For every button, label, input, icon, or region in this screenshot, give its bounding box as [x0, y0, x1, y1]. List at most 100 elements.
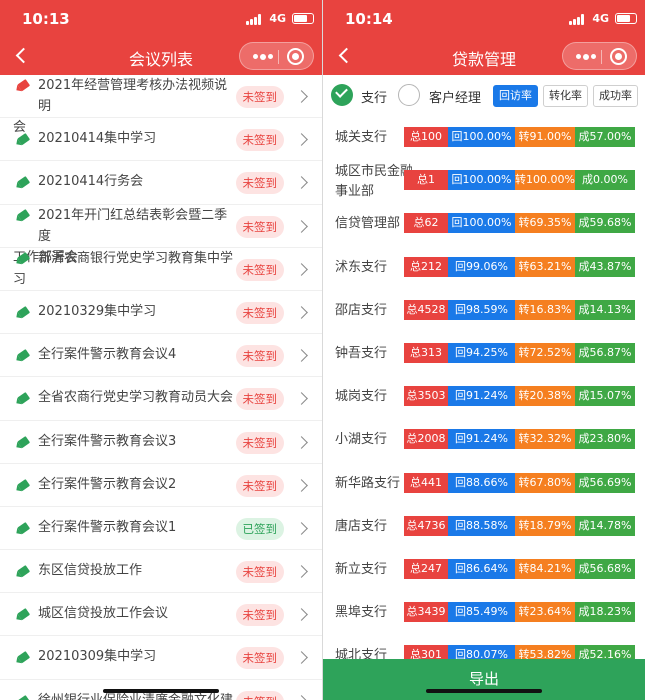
chevron-right-icon: [295, 435, 308, 449]
meeting-title: 20210414行务会: [38, 174, 144, 190]
branch-stats: 总3439 回85.49% 转23.64% 成18.23%: [404, 602, 635, 623]
conversion-rate-cell: 转18.79%: [515, 515, 575, 536]
meeting-list-item[interactable]: 2021年开门红总结表彰会暨二季度 工作部署会 未签到: [0, 205, 322, 265]
conversion-rate-cell: 转63.21%: [515, 256, 575, 277]
branch-stats: 总313 回94.25% 转72.52% 成56.87%: [404, 342, 635, 363]
status-bar: 10:14 4G: [323, 0, 645, 38]
close-miniprogram-icon[interactable]: [287, 48, 304, 65]
branch-name: 城关支行: [335, 130, 388, 145]
branch-row[interactable]: 新华路支行 总441 回88.66% 转67.80% 成56.69%: [323, 463, 645, 506]
meeting-title: 东区信贷投放工作: [38, 563, 143, 579]
sign-status-badge: 未签到: [235, 129, 284, 152]
radio-manager-unchecked-icon[interactable]: [398, 84, 420, 106]
branch-row[interactable]: 城岗支行 总3503 回91.24% 转20.38% 成15.07%: [323, 376, 645, 419]
branch-row[interactable]: 钟吾支行 总313 回94.25% 转72.52% 成56.87%: [323, 333, 645, 376]
branch-row[interactable]: 城关支行 总100 回100.00% 转91.00% 成57.00%: [323, 117, 645, 160]
visit-rate-cell: 回100.00%: [448, 170, 515, 191]
total-count-cell: 总313: [404, 342, 448, 363]
home-indicator: [103, 689, 219, 693]
pencil-icon: [14, 133, 31, 148]
branch-row[interactable]: 沭东支行 总212 回99.06% 转63.21% 成43.87%: [323, 247, 645, 290]
conversion-rate-cell: 转20.38%: [515, 386, 575, 407]
meeting-list-item[interactable]: 城区信贷投放工作会议 未签到: [0, 593, 322, 637]
close-miniprogram-icon[interactable]: [610, 48, 627, 65]
sort-conversion-rate-button[interactable]: 转化率: [543, 85, 588, 107]
branch-stats: 总4736 回88.58% 转18.79% 成14.78%: [404, 515, 635, 536]
status-time: 10:13: [22, 10, 70, 28]
pencil-icon: [14, 176, 31, 191]
pencil-icon: [14, 305, 31, 321]
branch-row[interactable]: 黑埠支行 总3439 回85.49% 转23.64% 成18.23%: [323, 592, 645, 635]
branch-row[interactable]: 小湖支行 总2008 回91.24% 转32.32% 成23.80%: [323, 419, 645, 462]
meeting-title: 全行案件警示教育会议4: [38, 347, 177, 363]
sort-success-rate-button[interactable]: 成功率: [593, 85, 638, 107]
branch-row[interactable]: 城区市民金融 事业部 总1 回100.00% 转100.00% 成0.00%: [323, 160, 645, 203]
branch-name: 黑埠支行: [335, 605, 388, 621]
status-time: 10:14: [345, 10, 393, 28]
success-rate-cell: 成14.13%: [575, 299, 635, 320]
meeting-title: 新沂农商银行党史学习教育集中学习: [13, 250, 234, 287]
total-count-cell: 总100: [404, 127, 448, 147]
signal-icon: [246, 14, 262, 25]
conversion-rate-cell: 转72.52%: [515, 342, 575, 363]
meeting-title: 20210329集中学习: [38, 303, 157, 319]
meeting-list-item[interactable]: 全省农商行党史学习教育动员大会 未签到: [0, 377, 322, 421]
branch-name: 钟吾支行: [335, 345, 388, 361]
conversion-rate-cell: 转32.32%: [515, 429, 575, 450]
success-rate-cell: 成56.87%: [575, 342, 635, 363]
branch-list: 城关支行 总100 回100.00% 转91.00% 成57.00% 城区市民金融 事业部总…: [323, 117, 645, 678]
meeting-list-item[interactable]: 新沂农商银行党史学习教育集中学习未签到: [0, 248, 322, 291]
radio-manager-label[interactable]: 客户经理: [429, 87, 481, 106]
success-rate-cell: 成23.80%: [575, 429, 635, 450]
total-count-cell: 总212: [404, 256, 448, 277]
meeting-list-item[interactable]: 全行案件警示教育会议2 未签到: [0, 464, 322, 507]
more-icon[interactable]: [576, 53, 596, 60]
sign-status-badge: 未签到: [235, 215, 284, 238]
meeting-list-item[interactable]: 全行案件警示教育会议3 未签到: [0, 421, 322, 464]
branch-row[interactable]: 信贷管理部 总62 回100.00% 转69.35% 成59.68%: [323, 203, 645, 246]
branch-name: 新华路支行: [335, 475, 401, 491]
pencil-icon: [14, 435, 31, 451]
sort-visit-rate-button[interactable]: 回访率: [493, 85, 538, 107]
battery-icon: [292, 13, 314, 24]
meeting-list-item[interactable]: 全行案件警示教育会议4 未签到: [0, 334, 322, 378]
branch-name: 沭东支行: [335, 259, 388, 275]
branch-row[interactable]: 邵店支行 总4528 回98.59% 转16.83% 成14.13%: [323, 290, 645, 333]
radio-branch-checked-icon[interactable]: [331, 84, 353, 106]
meeting-list-item[interactable]: 20210414行务会 未签到: [0, 161, 322, 205]
home-indicator: [426, 689, 542, 693]
conversion-rate-cell: 转69.35%: [515, 213, 575, 234]
meeting-list-item[interactable]: 20210309集中学习 未签到: [0, 636, 322, 680]
visit-rate-cell: 回86.64%: [448, 558, 515, 579]
sign-status-badge: 未签到: [235, 388, 284, 411]
branch-row[interactable]: 唐店支行 总4736 回88.58% 转18.79% 成14.78%: [323, 506, 645, 549]
total-count-cell: 总3503: [404, 386, 448, 407]
more-icon[interactable]: [253, 53, 273, 60]
meeting-list-item[interactable]: 东区信贷投放工作 未签到: [0, 550, 322, 594]
branch-stats: 总441 回88.66% 转67.80% 成56.69%: [404, 472, 635, 493]
battery-icon: [615, 13, 637, 24]
pencil-icon: [14, 521, 31, 537]
pencil-icon: [14, 349, 31, 364]
export-button[interactable]: 导出: [323, 659, 645, 700]
loan-management-screen: 10:14 4G 贷款管理 支行 客户经理 回访率 转化率 成功率 城关支行 总1…: [323, 0, 645, 700]
pencil-icon: [15, 694, 31, 700]
pencil-icon: [14, 478, 31, 494]
total-count-cell: 总2008: [404, 429, 448, 450]
conversion-rate-cell: 转23.64%: [515, 602, 575, 623]
meeting-list-item[interactable]: 全行案件警示教育会议1 已签到: [0, 507, 322, 551]
branch-stats: 总212 回99.06% 转63.21% 成43.87%: [404, 256, 635, 277]
branch-row[interactable]: 新立支行 总247 回86.64% 转84.21% 成56.68%: [323, 549, 645, 592]
status-bar: 10:13 4G: [0, 0, 322, 38]
success-rate-cell: 成15.07%: [575, 386, 635, 407]
chevron-right-icon: [295, 478, 308, 492]
chevron-right-icon: [295, 306, 308, 319]
radio-branch-label[interactable]: 支行: [361, 87, 387, 106]
meeting-title: 全行案件警示教育会议1: [38, 519, 177, 535]
meeting-list-item[interactable]: 20210329集中学习 未签到: [0, 291, 322, 335]
meeting-list-item[interactable]: 2021年经营管理考核办法视频说明会未签到: [0, 75, 322, 135]
sign-status-badge: 未签到: [235, 345, 284, 368]
meeting-title: 20210414集中学习: [38, 131, 157, 147]
branch-stats: 总4528 回98.59% 转16.83% 成14.13%: [404, 299, 635, 320]
meeting-list-item[interactable]: 20210414集中学习 未签到: [0, 118, 322, 162]
